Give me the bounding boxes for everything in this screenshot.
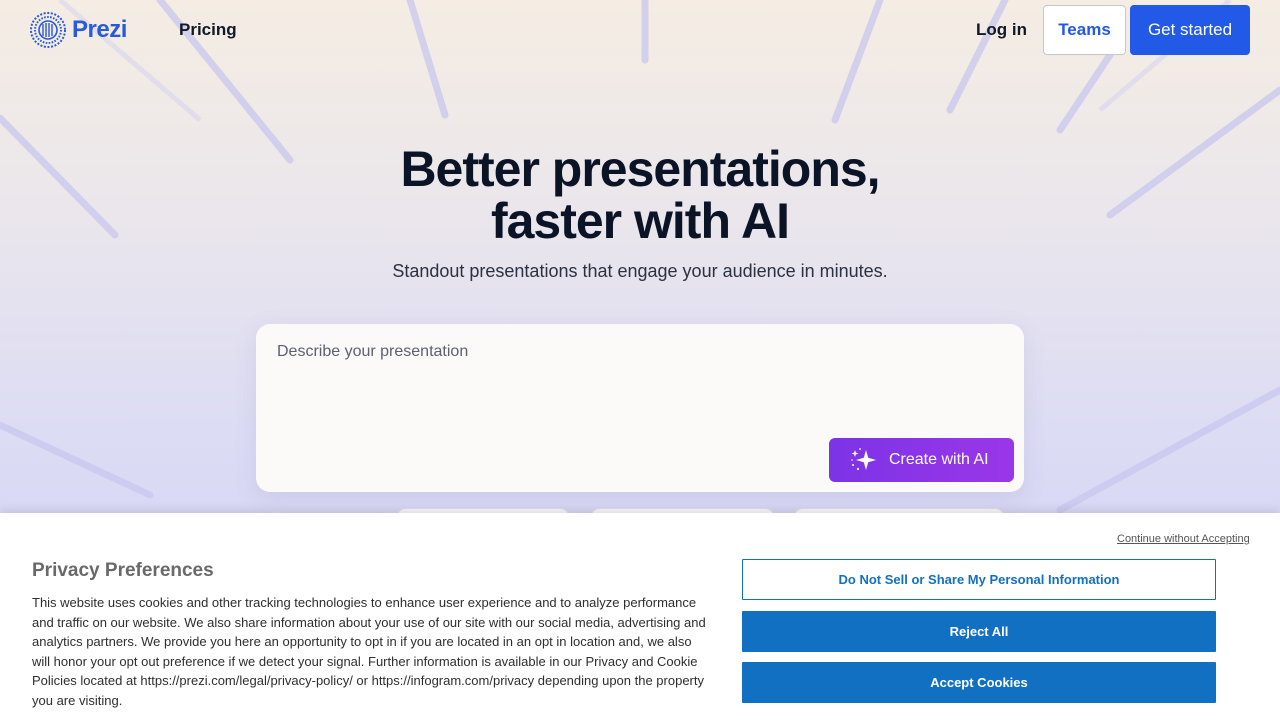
hero-title-line-1: Better presentations, (400, 141, 880, 197)
nav-pricing-link[interactable]: Pricing (179, 20, 237, 40)
prezi-logo[interactable]: Prezi (30, 12, 127, 48)
teams-button[interactable]: Teams (1043, 5, 1126, 55)
hero-title-line-2: faster with AI (490, 193, 790, 249)
create-with-ai-label: Create with AI (889, 451, 989, 468)
create-with-ai-button[interactable]: Create with AI (829, 438, 1014, 482)
logo-text: Prezi (72, 16, 127, 43)
site-header: Prezi Pricing Log in Teams Get started (0, 0, 1280, 60)
prompt-card: Create with AI (256, 324, 1024, 492)
presentation-prompt-input[interactable] (256, 324, 1024, 434)
sparkle-icon (851, 448, 876, 471)
reject-all-button[interactable]: Reject All (742, 611, 1216, 652)
hero-subtitle: Standout presentations that engage your … (392, 261, 888, 281)
accept-cookies-button[interactable]: Accept Cookies (742, 662, 1216, 703)
hero-title: Better presentations, faster with AI (0, 143, 1280, 247)
do-not-sell-button[interactable]: Do Not Sell or Share My Personal Informa… (742, 559, 1216, 600)
cookie-banner-title: Privacy Preferences (32, 560, 214, 581)
get-started-button[interactable]: Get started (1130, 5, 1250, 55)
prezi-logo-icon (30, 12, 66, 48)
login-link[interactable]: Log in (976, 20, 1027, 40)
cookie-banner: Continue without Accepting Privacy Prefe… (0, 513, 1280, 720)
continue-without-accepting-link[interactable]: Continue without Accepting (1117, 533, 1250, 545)
cookie-banner-text: This website uses cookies and other trac… (32, 595, 706, 708)
